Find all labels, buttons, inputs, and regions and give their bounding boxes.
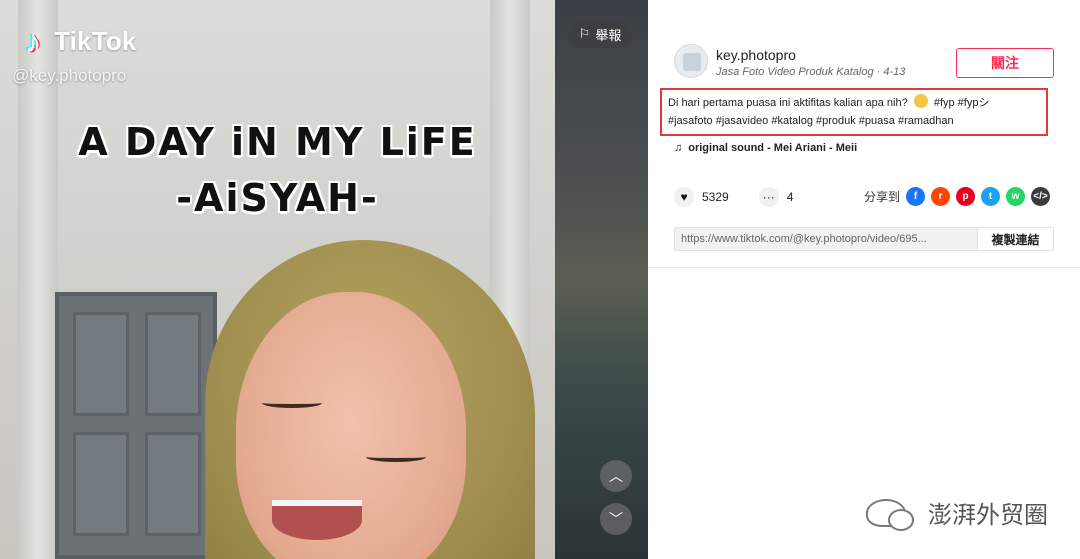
share-label: 分享到 [864, 190, 901, 204]
details-header: key.photopro Jasa Foto Video Produk Kata… [648, 0, 1080, 268]
video-overlay-title: A DAY iN MY LiFE [78, 120, 477, 164]
chevron-up-icon: ︿ [609, 468, 623, 484]
door-panel [73, 312, 129, 416]
caption-text: Di hari pertama puasa ini aktifitas kali… [668, 97, 908, 109]
embed-icon[interactable]: </> [1031, 187, 1051, 206]
tiktok-wordmark: TikTok [54, 25, 137, 56]
tiktok-logo: ♪ TikTok [18, 22, 137, 59]
tiktok-note-icon: ♪ [25, 22, 41, 59]
caption-hashtags-line2[interactable]: #jasafoto #jasavideo #katalog #produk #p… [668, 115, 954, 127]
author-username[interactable]: key.photopro [716, 47, 796, 63]
video-url-field[interactable]: https://www.tiktok.com/@key.photopro/vid… [675, 228, 977, 250]
share-row: 分享到 f r p t w </> [864, 187, 1051, 206]
hug-emoji-icon [913, 94, 928, 108]
avatar-image [683, 53, 701, 71]
comment-icon[interactable]: ··· [758, 187, 779, 207]
video-overlay-subtitle: -AiSYAH- [176, 176, 379, 220]
engagement-stats: ♥ 5329 ··· 4 [674, 187, 793, 207]
copy-link-button[interactable]: 複製連結 [977, 228, 1053, 250]
like-count: 5329 [702, 190, 729, 204]
comment-count: 4 [786, 190, 794, 204]
sound-link[interactable]: ♫ original sound - Mei Ariani - Meii [674, 142, 857, 154]
caption-hashtags-line1[interactable]: #fyp #fypシ [934, 97, 990, 109]
page: ♪ TikTok @key.photopro A DAY iN MY LiFE … [0, 0, 1080, 559]
copy-link-bar: https://www.tiktok.com/@key.photopro/vid… [674, 227, 1054, 251]
sound-label: original sound - Mei Ariani - Meii [688, 142, 858, 154]
facebook-icon[interactable]: f [906, 187, 926, 206]
chevron-down-icon: ﹀ [609, 511, 623, 527]
heart-icon[interactable]: ♥ [674, 187, 694, 207]
watermark-text: 澎湃外贸圈 [928, 502, 1048, 529]
video-handle-watermark: @key.photopro [12, 66, 127, 85]
person-eye [262, 398, 322, 408]
door-panel [145, 432, 201, 536]
wechat-watermark: 澎湃外贸圈 [866, 495, 1048, 531]
background-door [55, 292, 217, 559]
report-button[interactable]: ⚐ 舉報 [568, 20, 632, 48]
report-label: 舉報 [595, 27, 622, 43]
video-player[interactable]: ♪ TikTok @key.photopro A DAY iN MY LiFE … [0, 0, 555, 559]
person-mouth [272, 500, 362, 540]
follow-button[interactable]: 關注 [956, 48, 1054, 78]
reddit-icon[interactable]: r [931, 187, 951, 206]
door-panel [145, 312, 201, 416]
video-details-panel: key.photopro Jasa Foto Video Produk Kata… [648, 0, 1080, 559]
author-subtitle: Jasa Foto Video Produk Katalog · 4-13 [716, 66, 906, 78]
music-note-icon: ♫ [674, 142, 683, 154]
avatar[interactable] [674, 44, 708, 78]
person-eye [366, 452, 426, 462]
previous-video-button[interactable]: ︿ [600, 460, 632, 492]
pinterest-icon[interactable]: p [956, 187, 976, 206]
flag-icon: ⚐ [578, 26, 591, 41]
door-panel [73, 432, 129, 536]
video-caption: Di hari pertama puasa ini aktifitas kali… [660, 88, 1048, 136]
wechat-icon [866, 498, 914, 531]
next-video-button[interactable]: ﹀ [600, 503, 632, 535]
whatsapp-icon[interactable]: w [1006, 187, 1026, 206]
twitter-icon[interactable]: t [981, 187, 1001, 206]
